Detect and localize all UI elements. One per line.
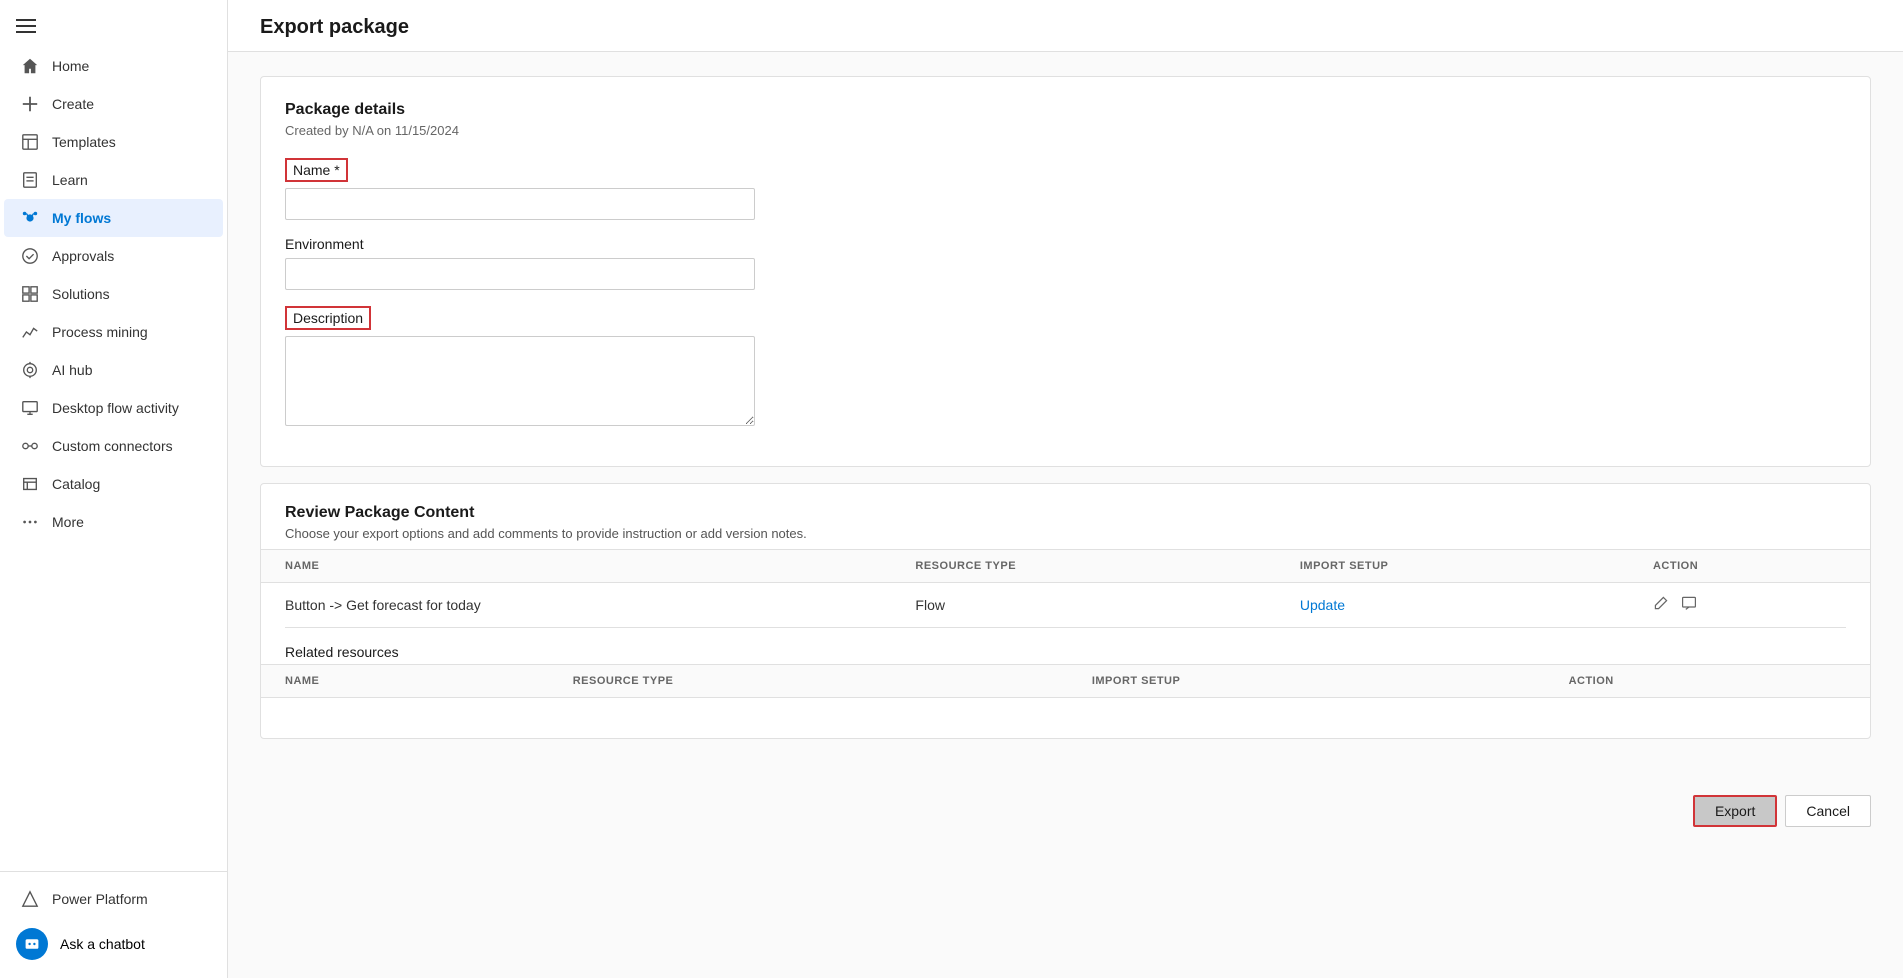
sidebar-label-solutions: Solutions: [52, 286, 110, 302]
col-header-name: NAME: [261, 550, 891, 583]
process-mining-icon: [20, 323, 40, 341]
name-input[interactable]: [285, 188, 755, 220]
approvals-icon: [20, 247, 40, 265]
home-icon: [20, 57, 40, 75]
related-col-resource-type: RESOURCE TYPE: [549, 665, 1068, 698]
hamburger-button[interactable]: [0, 0, 227, 47]
footer-buttons: Export Cancel: [228, 779, 1903, 843]
sidebar-label-power-platform: Power Platform: [52, 891, 148, 907]
templates-icon: [20, 133, 40, 151]
related-table-empty-row: [261, 698, 1870, 738]
sidebar-item-custom-connectors[interactable]: Custom connectors: [4, 427, 223, 465]
sidebar-item-home[interactable]: Home: [4, 47, 223, 85]
page-header: Export package: [228, 0, 1903, 52]
action-icons: [1653, 595, 1846, 615]
sidebar-item-learn[interactable]: Learn: [4, 161, 223, 199]
sidebar-item-ai-hub[interactable]: AI hub: [4, 351, 223, 389]
related-table-header-row: NAME RESOURCE TYPE IMPORT SETUP ACTION: [261, 665, 1870, 698]
sidebar-item-desktop-flow-activity[interactable]: Desktop flow activity: [4, 389, 223, 427]
edit-icon[interactable]: [1653, 595, 1669, 615]
description-label: Description: [285, 306, 371, 330]
table-row: Button -> Get forecast for today Flow Up…: [261, 583, 1870, 628]
related-resources-header: Related resources: [261, 628, 1870, 664]
page-title: Export package: [260, 16, 1871, 39]
content-area: Package details Created by N/A on 11/15/…: [228, 52, 1903, 779]
sidebar-label-home: Home: [52, 58, 89, 74]
review-title: Review Package Content: [285, 504, 1846, 522]
comment-icon[interactable]: [1681, 595, 1697, 615]
create-icon: [20, 95, 40, 113]
main-content: Export package Package details Created b…: [228, 0, 1903, 978]
row-action: [1629, 583, 1870, 628]
learn-icon: [20, 171, 40, 189]
sidebar-label-my-flows: My flows: [52, 210, 111, 226]
name-label: Name *: [285, 158, 348, 182]
package-details-subtitle: Created by N/A on 11/15/2024: [285, 123, 1846, 138]
row-resource-type: Flow: [891, 583, 1275, 628]
catalog-icon: [20, 475, 40, 493]
description-field-group: Description: [285, 306, 1846, 426]
related-resources-table: NAME RESOURCE TYPE IMPORT SETUP ACTION: [261, 664, 1870, 738]
sidebar-label-more: More: [52, 514, 84, 530]
solutions-icon: [20, 285, 40, 303]
review-package-card: Review Package Content Choose your expor…: [260, 483, 1871, 739]
update-link[interactable]: Update: [1300, 597, 1345, 613]
sidebar-label-ai-hub: AI hub: [52, 362, 92, 378]
environment-label: Environment: [285, 236, 364, 252]
sidebar-label-learn: Learn: [52, 172, 88, 188]
row-import-setup: Update: [1276, 583, 1629, 628]
export-button[interactable]: Export: [1693, 795, 1777, 827]
more-icon: [20, 513, 40, 531]
sidebar-item-create[interactable]: Create: [4, 85, 223, 123]
row-name: Button -> Get forecast for today: [261, 583, 891, 628]
package-details-card: Package details Created by N/A on 11/15/…: [260, 76, 1871, 467]
name-field-group: Name *: [285, 158, 1846, 220]
power-platform-icon: [20, 890, 40, 908]
chatbot-button[interactable]: Ask a chatbot: [0, 918, 227, 970]
description-input[interactable]: [285, 336, 755, 426]
sidebar-item-approvals[interactable]: Approvals: [4, 237, 223, 275]
col-header-action: ACTION: [1629, 550, 1870, 583]
col-header-import-setup: IMPORT SETUP: [1276, 550, 1629, 583]
review-card-header: Review Package Content Choose your expor…: [261, 484, 1870, 549]
cancel-button[interactable]: Cancel: [1785, 795, 1871, 827]
sidebar-item-more[interactable]: More: [4, 503, 223, 541]
desktop-flow-activity-icon: [20, 399, 40, 417]
sidebar-label-catalog: Catalog: [52, 476, 100, 492]
table-header-row: NAME RESOURCE TYPE IMPORT SETUP ACTION: [261, 550, 1870, 583]
sidebar-label-process-mining: Process mining: [52, 324, 148, 340]
sidebar-item-solutions[interactable]: Solutions: [4, 275, 223, 313]
review-subtitle: Choose your export options and add comme…: [285, 526, 1846, 541]
sidebar-item-power-platform[interactable]: Power Platform: [4, 880, 223, 918]
sidebar: Home Create Templates Learn My flows App…: [0, 0, 228, 978]
related-col-import-setup: IMPORT SETUP: [1068, 665, 1545, 698]
sidebar-label-templates: Templates: [52, 134, 116, 150]
environment-input[interactable]: [285, 258, 755, 290]
col-header-resource-type: RESOURCE TYPE: [891, 550, 1275, 583]
related-col-action: ACTION: [1545, 665, 1870, 698]
chatbot-label: Ask a chatbot: [60, 936, 145, 952]
sidebar-item-process-mining[interactable]: Process mining: [4, 313, 223, 351]
environment-field-group: Environment: [285, 236, 1846, 290]
package-content-table: NAME RESOURCE TYPE IMPORT SETUP ACTION B…: [261, 549, 1870, 627]
ai-hub-icon: [20, 361, 40, 379]
sidebar-item-templates[interactable]: Templates: [4, 123, 223, 161]
chatbot-icon: [16, 928, 48, 960]
package-details-title: Package details: [285, 101, 1846, 119]
sidebar-item-catalog[interactable]: Catalog: [4, 465, 223, 503]
custom-connectors-icon: [20, 437, 40, 455]
sidebar-item-my-flows[interactable]: My flows: [4, 199, 223, 237]
my-flows-icon: [20, 209, 40, 227]
sidebar-label-create: Create: [52, 96, 94, 112]
related-col-name: NAME: [261, 665, 549, 698]
sidebar-label-desktop-flow-activity: Desktop flow activity: [52, 400, 179, 416]
sidebar-label-approvals: Approvals: [52, 248, 114, 264]
sidebar-label-custom-connectors: Custom connectors: [52, 438, 173, 454]
